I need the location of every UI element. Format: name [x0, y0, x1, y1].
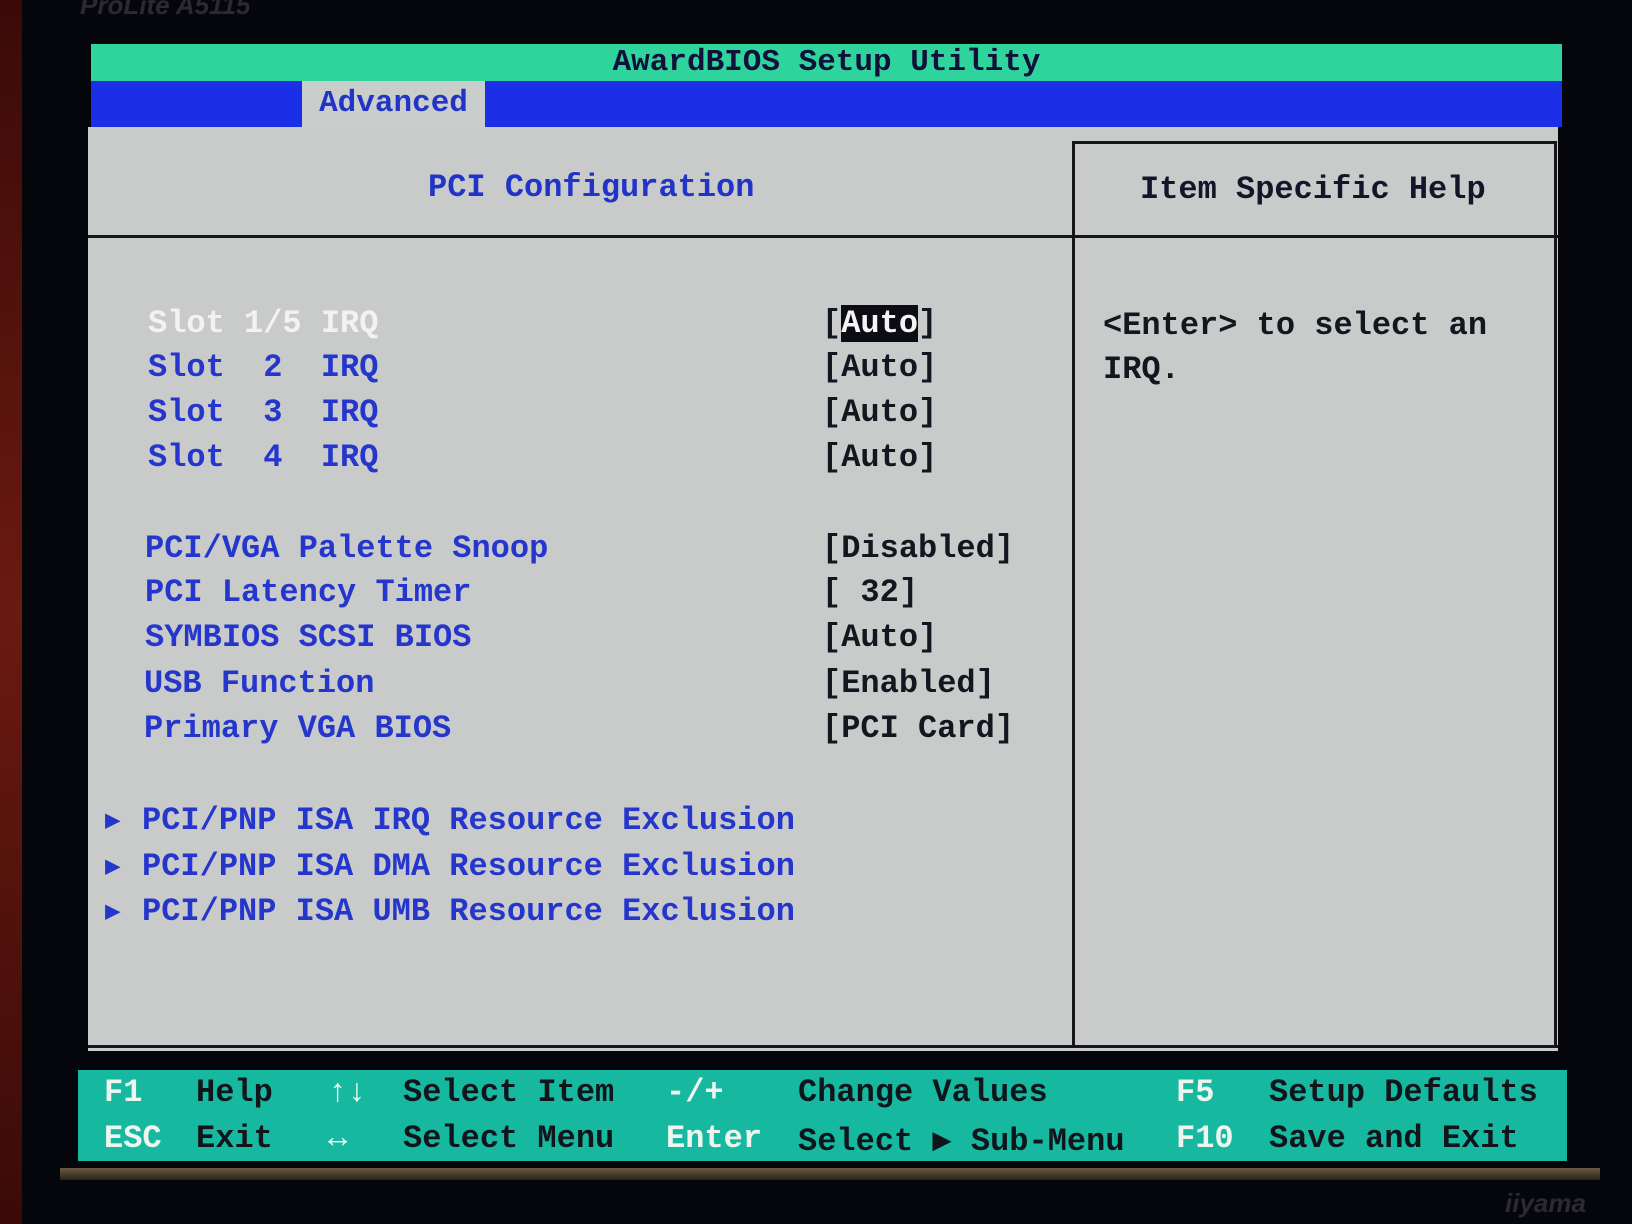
help-title: Item Specific Help: [1140, 171, 1486, 208]
setting-value[interactable]: [Disabled]: [822, 530, 1014, 567]
key-f5: F5: [1176, 1074, 1215, 1111]
setting-value-slot-1-5-irq[interactable]: [Auto]: [822, 305, 937, 342]
key-desc: Exit: [196, 1120, 273, 1157]
key-desc: Change Values: [798, 1074, 1048, 1111]
up-down-arrows-icon: ↑↓: [328, 1074, 367, 1111]
setting-value[interactable]: [Auto]: [822, 439, 937, 476]
key-f1: F1: [104, 1074, 143, 1111]
setting-value[interactable]: [ 32]: [822, 574, 918, 611]
key-esc: ESC: [104, 1120, 162, 1157]
key-desc: Help: [196, 1074, 273, 1111]
left-right-arrows-icon: ↔: [328, 1120, 348, 1157]
submenu-irq-exclusion[interactable]: PCI/PNP ISA IRQ Resource Exclusion: [142, 802, 795, 839]
key-desc: Select Item: [403, 1074, 615, 1111]
panel-right-border: [1554, 141, 1557, 1047]
setting-scsi-bios[interactable]: SYMBIOS SCSI BIOS: [145, 619, 471, 656]
setting-value[interactable]: [Auto]: [822, 619, 937, 656]
key-enter: Enter: [666, 1120, 763, 1157]
help-text-line: IRQ.: [1103, 351, 1180, 388]
key-minus-plus: -/+: [666, 1074, 724, 1111]
key-desc: Select ▶ Sub-Menu: [798, 1123, 1125, 1160]
setting-value[interactable]: [Auto]: [822, 349, 937, 386]
app-title: AwardBIOS Setup Utility: [612, 45, 1041, 80]
setting-usb-function[interactable]: USB Function: [144, 665, 374, 702]
setting-latency-timer[interactable]: PCI Latency Timer: [145, 574, 471, 611]
setting-value[interactable]: [PCI Card]: [822, 710, 1014, 747]
submenu-dma-exclusion[interactable]: PCI/PNP ISA DMA Resource Exclusion: [142, 848, 795, 885]
setting-slot-3-irq[interactable]: Slot 3 IRQ: [148, 394, 378, 431]
monitor-bezel-bottom: [60, 1168, 1600, 1180]
submenu-arrow-icon: ▶: [105, 806, 121, 836]
header-divider: [88, 235, 1558, 238]
setting-slot-4-irq[interactable]: Slot 4 IRQ: [148, 439, 378, 476]
setting-primary-vga-bios[interactable]: Primary VGA BIOS: [144, 710, 451, 747]
help-top-border: [1072, 141, 1556, 144]
submenu-arrow-icon: ▶: [105, 852, 121, 882]
setting-slot-1-5-irq[interactable]: Slot 1/5 IRQ: [148, 305, 378, 342]
help-text-line: <Enter> to select an: [1103, 307, 1488, 344]
submenu-umb-exclusion[interactable]: PCI/PNP ISA UMB Resource Exclusion: [142, 893, 795, 930]
setting-slot-2-irq[interactable]: Slot 2 IRQ: [148, 349, 378, 386]
key-desc: Setup Defaults: [1269, 1074, 1538, 1111]
menu-bar: Advanced: [91, 81, 1562, 127]
bracket: [: [822, 305, 842, 342]
setting-palette-snoop[interactable]: PCI/VGA Palette Snoop: [145, 530, 548, 567]
page-title: PCI Configuration: [428, 169, 755, 206]
panel-bottom-border: [88, 1045, 1558, 1048]
setting-value[interactable]: [Enabled]: [822, 665, 995, 702]
monitor-model-logo: ProLite A5115: [80, 0, 251, 20]
title-bar: AwardBIOS Setup Utility: [91, 44, 1562, 81]
main-panel: PCI Configuration Item Specific Help <En…: [88, 127, 1558, 1051]
key-desc: Select Menu: [403, 1120, 615, 1157]
monitor-brand-logo: iiyama: [1505, 1188, 1586, 1218]
key-help-bar: F1 Help ESC Exit ↑↓ Select Item ↔ Select…: [78, 1070, 1567, 1161]
tab-advanced[interactable]: Advanced: [302, 81, 485, 127]
setting-value[interactable]: [Auto]: [822, 394, 937, 431]
submenu-arrow-icon: ▶: [105, 897, 121, 927]
key-desc: Save and Exit: [1269, 1120, 1519, 1157]
help-divider: [1072, 141, 1075, 1047]
key-f10: F10: [1176, 1120, 1234, 1157]
monitor-bezel: [0, 0, 22, 1224]
bracket: ]: [918, 305, 938, 342]
selected-value[interactable]: Auto: [841, 305, 919, 342]
